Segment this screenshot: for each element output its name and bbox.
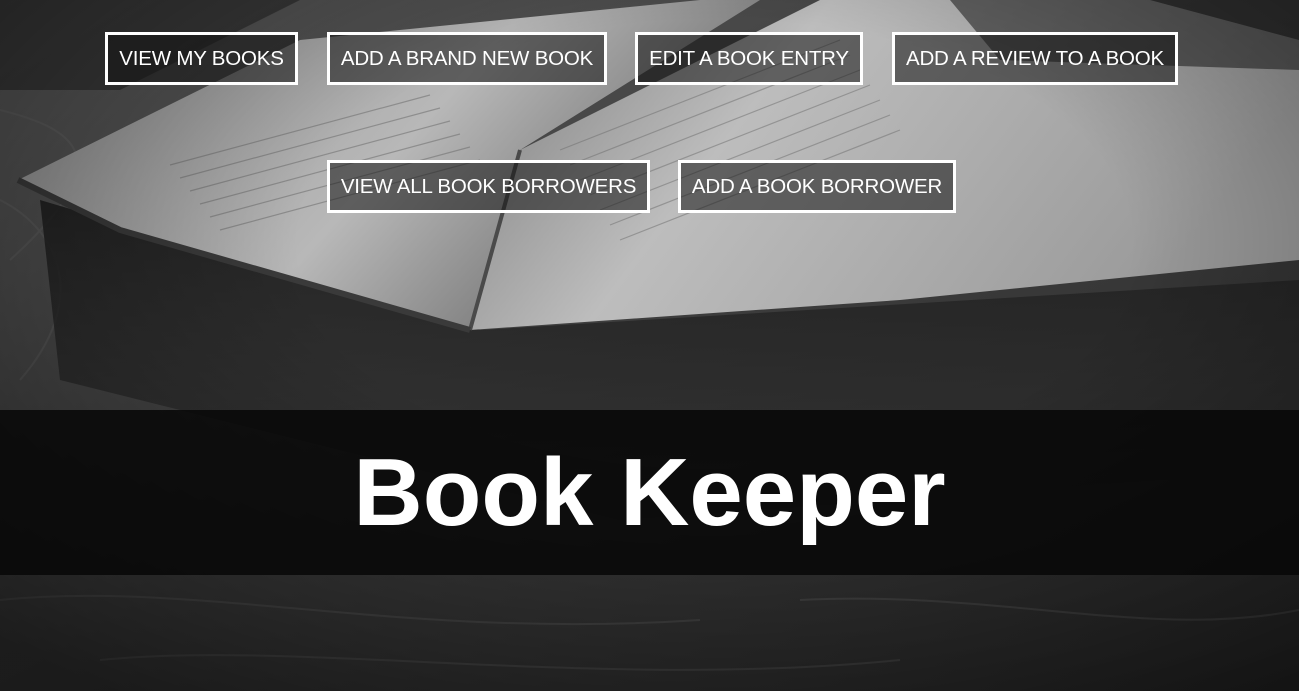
title-band: Book Keeper [0,410,1299,575]
page: VIEW MY BOOKS ADD A BRAND NEW BOOK EDIT … [0,0,1299,691]
background-photo [0,0,1299,691]
view-my-books-button[interactable]: VIEW MY BOOKS [105,32,298,85]
edit-book-entry-button[interactable]: EDIT A BOOK ENTRY [635,32,863,85]
add-review-button[interactable]: ADD A REVIEW TO A BOOK [892,32,1178,85]
add-borrower-button[interactable]: ADD A BOOK BORROWER [678,160,956,213]
view-all-borrowers-button[interactable]: VIEW ALL BOOK BORROWERS [327,160,650,213]
add-new-book-button[interactable]: ADD A BRAND NEW BOOK [327,32,607,85]
page-title: Book Keeper [353,439,946,546]
